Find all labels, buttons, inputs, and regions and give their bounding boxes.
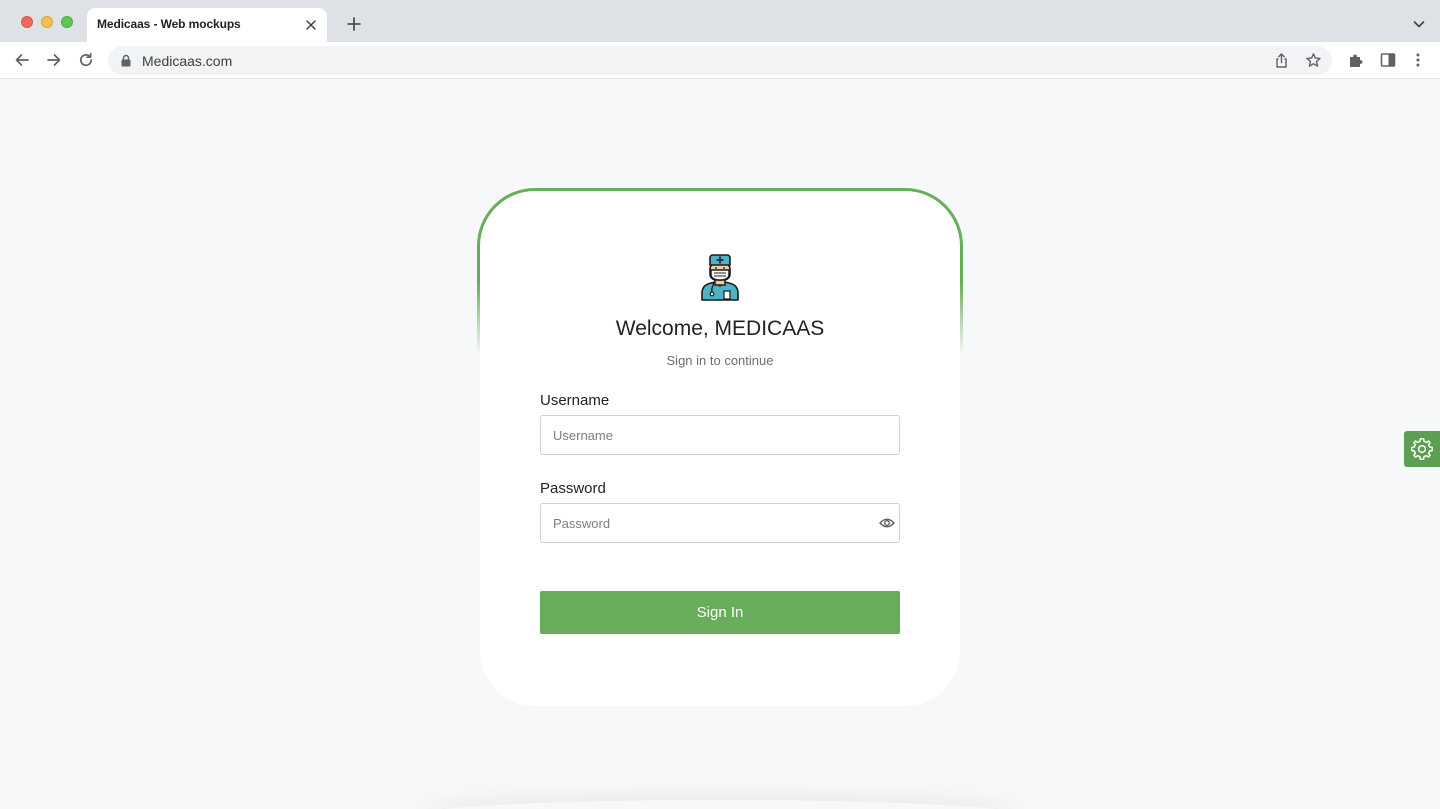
lock-icon: [121, 54, 131, 67]
doctor-avatar-icon: [701, 254, 739, 301]
eye-icon[interactable]: [879, 516, 895, 530]
password-input[interactable]: [540, 503, 900, 543]
password-label: Password: [540, 480, 606, 497]
close-icon[interactable]: [303, 17, 319, 33]
tab-title: Medicaas - Web mockups: [97, 17, 241, 31]
sign-in-button[interactable]: Sign In: [540, 591, 900, 634]
forward-arrow-icon[interactable]: [45, 51, 63, 69]
window-minimize-button[interactable]: [41, 16, 53, 28]
reload-icon[interactable]: [77, 51, 95, 69]
browser-tab[interactable]: Medicaas - Web mockups: [87, 8, 327, 42]
settings-button[interactable]: [1404, 431, 1440, 467]
browser-toolbar: Medicaas.com: [0, 42, 1440, 79]
share-icon[interactable]: [1273, 52, 1290, 69]
username-input[interactable]: [540, 415, 900, 455]
extensions-puzzle-icon[interactable]: [1347, 51, 1365, 69]
sign-in-subtitle: Sign in to continue: [666, 353, 774, 368]
bookmark-star-icon[interactable]: [1305, 52, 1322, 69]
more-vertical-icon[interactable]: [1409, 51, 1427, 69]
address-bar[interactable]: Medicaas.com: [108, 46, 1332, 75]
browser-tab-bar: Medicaas - Web mockups: [0, 0, 1440, 42]
gear-icon: [1411, 438, 1433, 460]
new-tab-icon[interactable]: [345, 15, 363, 33]
back-arrow-icon[interactable]: [13, 51, 31, 69]
decorative-shadow: [420, 800, 1020, 809]
username-label: Username: [540, 392, 610, 409]
window-maximize-button[interactable]: [61, 16, 73, 28]
url-text: Medicaas.com: [142, 53, 233, 69]
side-panel-icon[interactable]: [1379, 51, 1397, 69]
chevron-down-icon[interactable]: [1412, 17, 1426, 31]
window-close-button[interactable]: [21, 16, 33, 28]
welcome-heading: Welcome, MEDICAAS: [615, 317, 825, 340]
